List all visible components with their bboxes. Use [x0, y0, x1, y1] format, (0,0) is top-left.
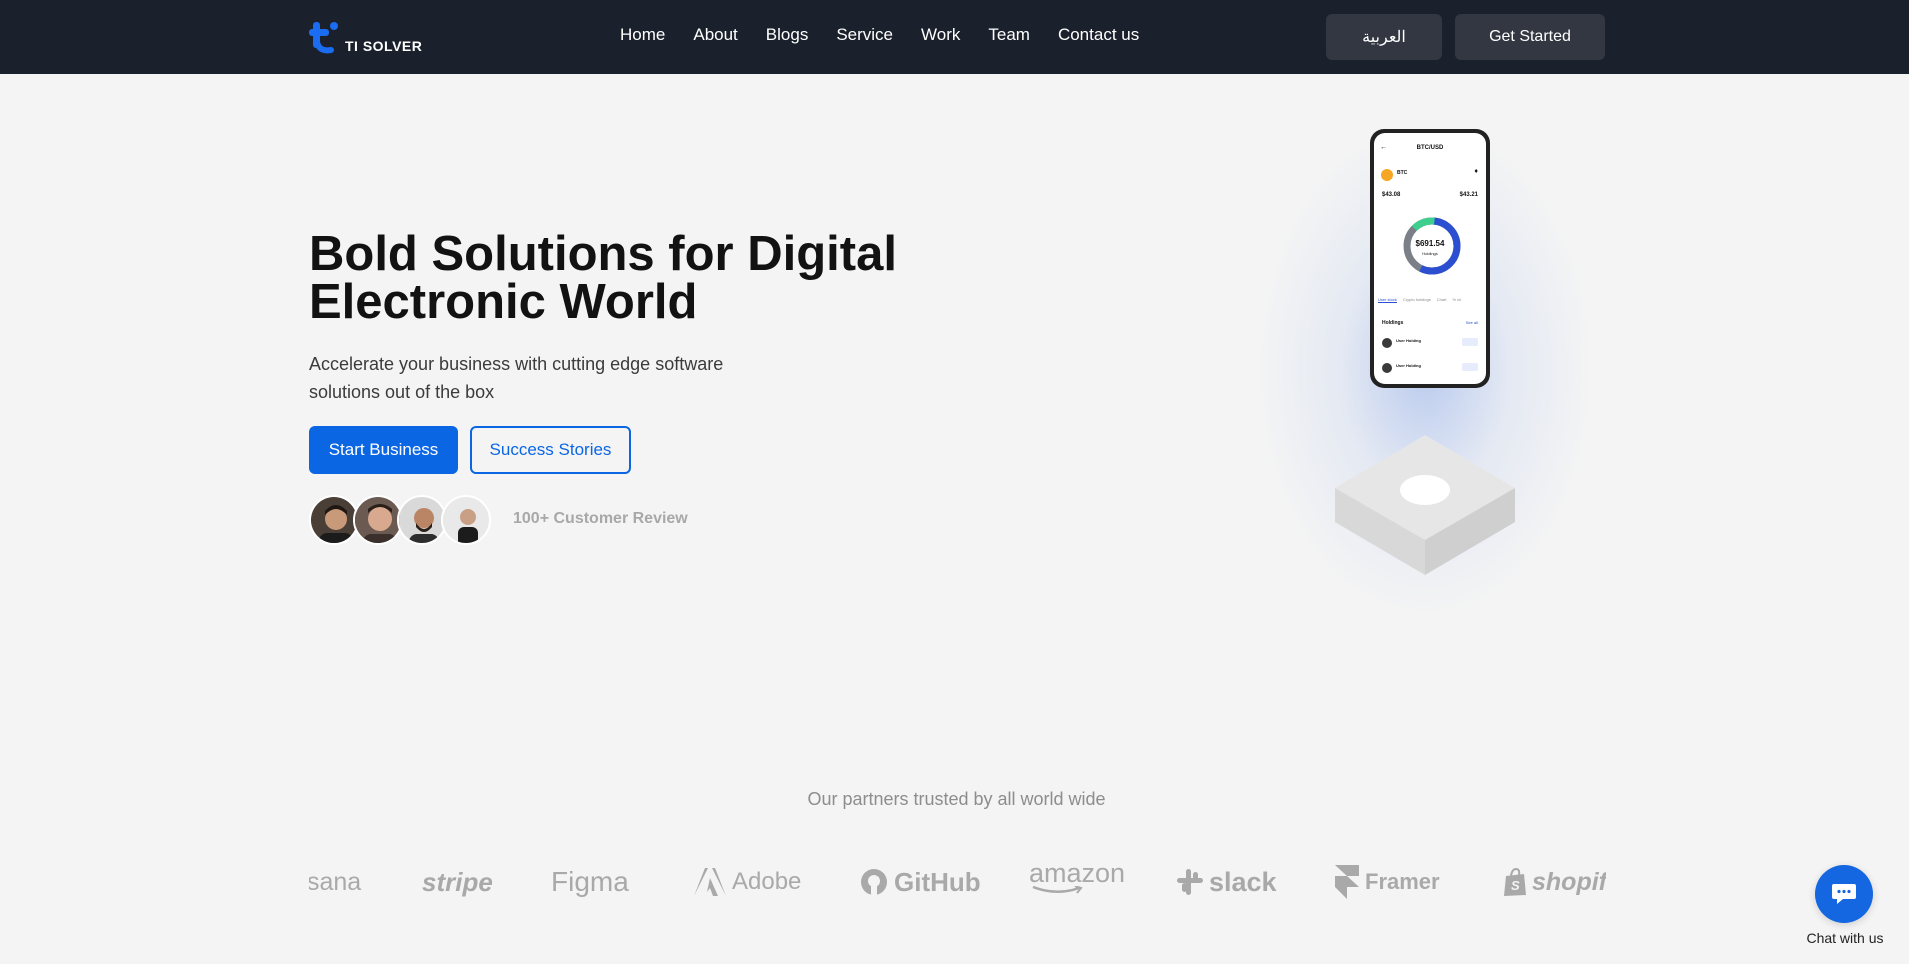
- get-started-button[interactable]: Get Started: [1455, 14, 1605, 60]
- partner-logo-framer: Framer: [1335, 860, 1440, 904]
- phone-tabs: User stock Crypto holdings Chart % ch: [1378, 297, 1461, 303]
- avatar: [353, 495, 403, 545]
- phone-tab: Crypto holdings: [1402, 297, 1431, 302]
- partners-logo-strip: sana stripe Figma Adobe GitHub amazon sl…: [309, 860, 1606, 904]
- nav-work-link[interactable]: Work: [921, 25, 960, 45]
- adobe-icon: [694, 868, 726, 896]
- brand-name: TI SOLVER: [345, 38, 423, 54]
- phone-coin-label: BTC: [1397, 170, 1408, 176]
- phone-holdings-label: Holdings: [1382, 320, 1404, 326]
- partner-logo-slack: slack: [1177, 860, 1277, 904]
- nav-home-link[interactable]: Home: [620, 25, 665, 45]
- start-business-button[interactable]: Start Business: [309, 426, 458, 474]
- main-menu: Home About Blogs Service Work Team Conta…: [620, 25, 1167, 45]
- avatar: [397, 495, 447, 545]
- framer-icon: [1335, 865, 1359, 899]
- shopify-bag-icon: S: [1504, 868, 1526, 896]
- phone-mockup: ← BTC/USD BTC ♦ $43.08 $43.21 $691.54 Ho…: [1370, 129, 1490, 388]
- partner-logo-amazon: amazon: [1029, 860, 1125, 904]
- partner-logo-shopify: S shopify: [1504, 860, 1606, 904]
- phone-tab: User stock: [1378, 297, 1397, 303]
- phone-tab: Chart: [1436, 297, 1447, 302]
- partner-logo-stripe: stripe: [422, 866, 493, 897]
- partners-heading: Our partners trusted by all world wide: [807, 789, 1106, 809]
- phone-see-all: See all: [1465, 320, 1478, 325]
- avatar: [309, 495, 359, 545]
- avatar: [441, 495, 491, 545]
- chat-button[interactable]: [1815, 865, 1873, 923]
- phone-pair-title: BTC/USD: [1416, 145, 1444, 151]
- customer-avatars: [309, 495, 491, 545]
- phone-screen: ← BTC/USD BTC ♦ $43.08 $43.21 $691.54 Ho…: [1374, 133, 1486, 384]
- partner-logo-figma: Figma: [551, 866, 629, 897]
- language-toggle-button[interactable]: العربية: [1326, 14, 1442, 60]
- github-icon: [861, 869, 887, 896]
- svg-text:S: S: [1511, 878, 1520, 893]
- bitcoin-icon: [1381, 169, 1393, 181]
- nav-blogs-link[interactable]: Blogs: [766, 25, 809, 45]
- amazon-smile-icon: [1032, 886, 1083, 894]
- phone-holding-row: User Holding: [1382, 336, 1478, 350]
- customer-review-count: 100+ Customer Review: [513, 510, 688, 527]
- top-navbar: TI SOLVER Home About Blogs Service Work …: [0, 0, 1909, 74]
- success-stories-button[interactable]: Success Stories: [470, 426, 631, 474]
- phone-tab: % ch: [1452, 297, 1462, 302]
- hero-subtitle: Accelerate your business with cutting ed…: [309, 354, 724, 402]
- phone-holding-row: User Holding: [1382, 361, 1478, 375]
- phone-total-value: $691.54: [1415, 239, 1445, 248]
- hero-title: Bold Solutions for Digital Electronic Wo…: [309, 227, 897, 329]
- nav-team-link[interactable]: Team: [988, 25, 1030, 45]
- partner-logo-github: GitHub: [860, 860, 981, 904]
- slack-icon: [1177, 869, 1203, 895]
- brand-logo-icon: [309, 22, 338, 54]
- partner-logo-asana: sana: [309, 867, 362, 896]
- brand-logo[interactable]: TI SOLVER: [309, 20, 422, 54]
- chat-label: Chat with us: [1806, 930, 1884, 946]
- phone-holding-name: User Holding: [1396, 363, 1421, 368]
- nav-service-link[interactable]: Service: [836, 25, 893, 45]
- partner-logo-adobe: Adobe: [694, 860, 801, 904]
- bell-icon: ♦: [1474, 168, 1478, 175]
- phone-price-left: $43.08: [1382, 192, 1401, 198]
- phone-total-label: Holdings: [1422, 251, 1438, 256]
- pedestal-illustration: [1335, 435, 1515, 575]
- nav-about-link[interactable]: About: [693, 25, 737, 45]
- phone-holding-name: User Holding: [1396, 338, 1421, 343]
- chat-bubble-icon: [1832, 884, 1856, 904]
- nav-contact-link[interactable]: Contact us: [1058, 25, 1139, 45]
- phone-price-right: $43.21: [1459, 192, 1478, 198]
